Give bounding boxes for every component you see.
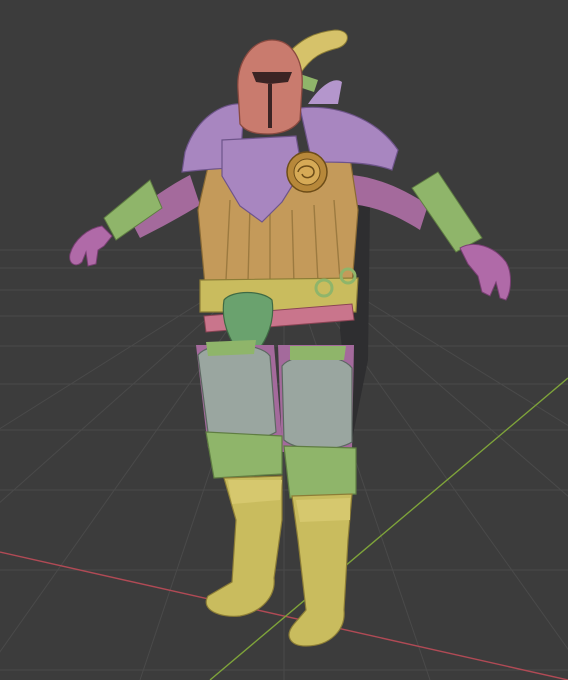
left-thigh-plate (197, 344, 277, 441)
left-knee-guard (205, 431, 283, 479)
right-knee-guard (283, 445, 357, 499)
left-hand (69, 225, 113, 267)
right-hand (459, 244, 511, 301)
viewport-canvas[interactable] (0, 0, 568, 680)
3d-viewport[interactable] (0, 0, 568, 680)
right-thigh-plate (281, 355, 353, 450)
character-model[interactable] (69, 29, 511, 647)
